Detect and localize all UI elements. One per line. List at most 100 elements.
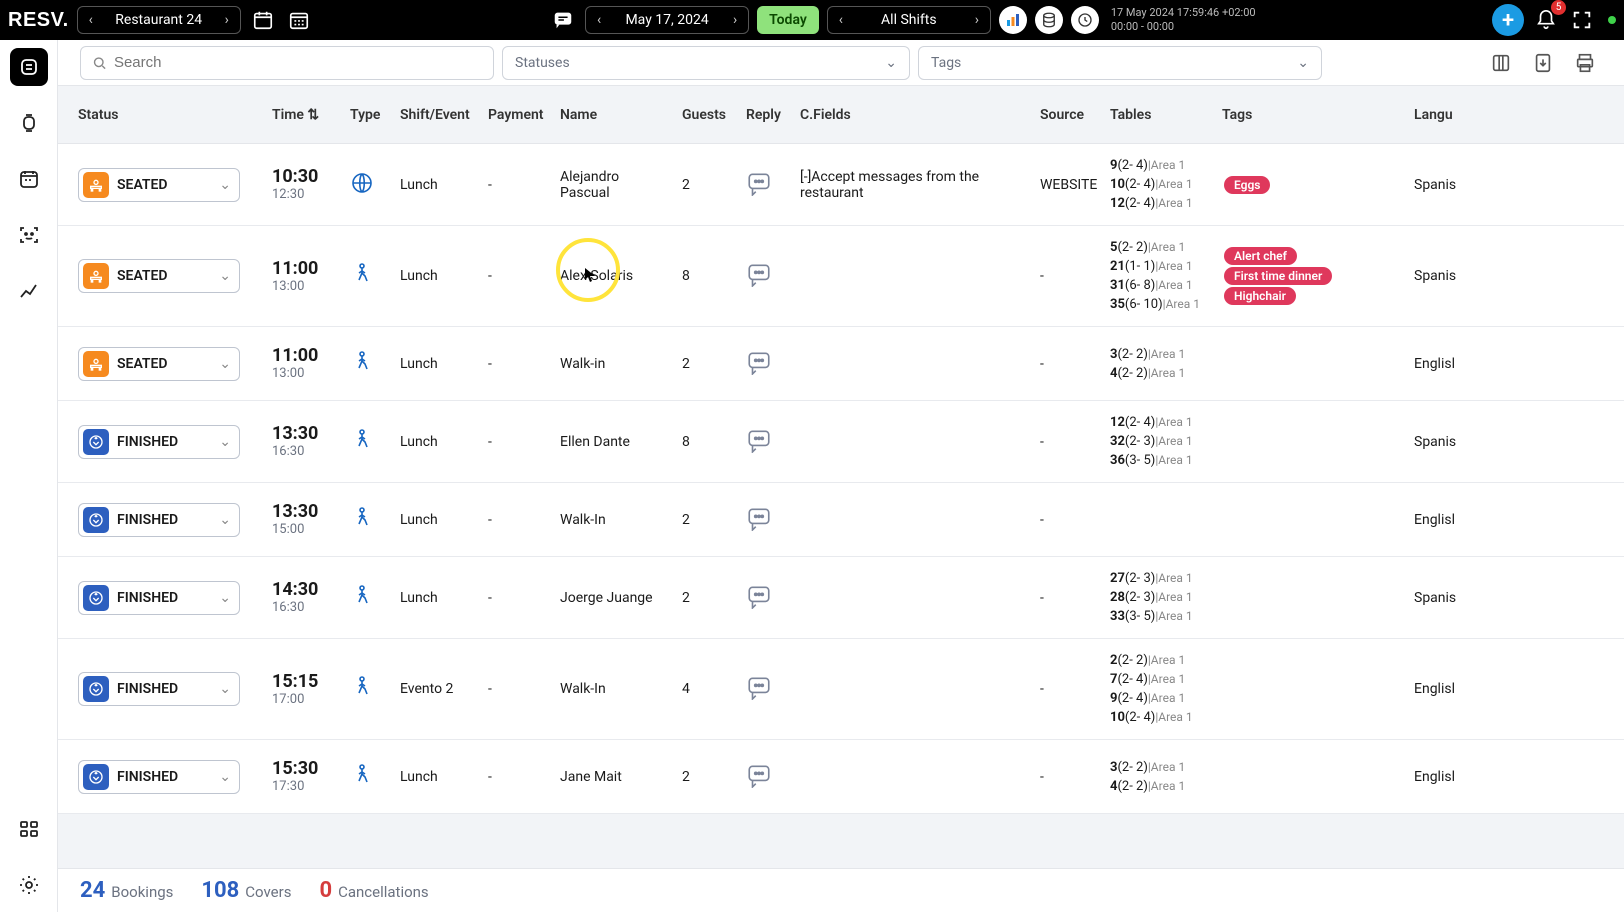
reply-icon[interactable] xyxy=(746,441,772,457)
col-reply[interactable]: Reply xyxy=(740,107,794,123)
col-payment[interactable]: Payment xyxy=(482,107,554,123)
date-picker[interactable]: ‹ May 17, 2024 › xyxy=(585,6,749,34)
table-row[interactable]: SEATED ⌄ 11:0013:00 Lunch - Alex Solaris… xyxy=(58,226,1624,327)
nav-watch-icon[interactable] xyxy=(10,104,48,142)
end-time: 17:30 xyxy=(272,779,338,794)
status-dropdown[interactable]: SEATED ⌄ xyxy=(78,259,240,293)
today-button[interactable]: Today xyxy=(757,6,819,34)
guest-name: Walk-in xyxy=(554,356,676,372)
status-icon xyxy=(83,585,109,611)
table-row[interactable]: FINISHED ⌄ 14:3016:30 Lunch - Joerge Jua… xyxy=(58,557,1624,639)
tags-dropdown[interactable]: Tags ⌄ xyxy=(918,46,1322,80)
next-shift-icon[interactable]: › xyxy=(964,7,990,33)
table-row[interactable]: FINISHED ⌄ 15:1517:00 Evento 2 - Walk-In… xyxy=(58,639,1624,740)
end-time: 13:00 xyxy=(272,279,338,294)
col-lang[interactable]: Langu xyxy=(1408,107,1468,123)
search-box[interactable] xyxy=(80,46,494,80)
source-value: - xyxy=(1034,681,1104,697)
status-label: FINISHED xyxy=(117,512,178,528)
new-booking-button[interactable]: + xyxy=(1492,4,1524,36)
col-name[interactable]: Name xyxy=(554,107,676,123)
reply-icon[interactable] xyxy=(746,275,772,291)
nav-face-icon[interactable] xyxy=(10,216,48,254)
reply-icon[interactable] xyxy=(746,363,772,379)
col-status[interactable]: Status xyxy=(72,107,266,123)
table-row[interactable]: SEATED ⌄ 10:3012:30 Lunch - Alejandro Pa… xyxy=(58,144,1624,226)
bookings-label: Bookings xyxy=(111,883,173,901)
status-icon xyxy=(83,507,109,533)
table-row[interactable]: FINISHED ⌄ 15:3017:30 Lunch - Jane Mait … xyxy=(58,740,1624,814)
week-calendar-icon[interactable] xyxy=(285,6,313,34)
export-icon[interactable] xyxy=(1526,46,1560,80)
globe-icon xyxy=(350,183,374,199)
nav-list-icon[interactable] xyxy=(10,48,48,86)
columns-icon[interactable] xyxy=(1484,46,1518,80)
col-shift[interactable]: Shift/Event xyxy=(394,107,482,123)
rows-container[interactable]: SEATED ⌄ 10:3012:30 Lunch - Alejandro Pa… xyxy=(58,144,1624,868)
nav-floorplan-icon[interactable] xyxy=(10,810,48,848)
storage-icon[interactable] xyxy=(1035,6,1063,34)
notifications-icon[interactable]: 5 xyxy=(1532,6,1560,34)
end-time: 17:00 xyxy=(272,692,338,707)
end-time: 13:00 xyxy=(272,366,338,381)
shift-picker[interactable]: ‹ All Shifts › xyxy=(827,6,991,34)
lang-value: Englisl xyxy=(1408,512,1468,528)
table-assignment: 28(2- 3)|Area 1 xyxy=(1110,588,1210,607)
calendar-icon[interactable] xyxy=(249,6,277,34)
cancellations-label: Cancellations xyxy=(338,883,429,901)
search-input[interactable] xyxy=(114,54,483,71)
reply-icon[interactable] xyxy=(746,597,772,613)
reply-icon[interactable] xyxy=(746,519,772,535)
nav-calendar-icon[interactable] xyxy=(10,160,48,198)
next-restaurant-icon[interactable]: › xyxy=(214,7,240,33)
table-row[interactable]: FINISHED ⌄ 13:3015:00 Lunch - Walk-In 2 … xyxy=(58,483,1624,557)
tag-pill: Highchair xyxy=(1224,287,1296,305)
status-dropdown[interactable]: FINISHED ⌄ xyxy=(78,425,240,459)
statuses-dropdown[interactable]: Statuses ⌄ xyxy=(502,46,910,80)
logo: RESV. xyxy=(8,9,69,32)
walk-icon xyxy=(350,518,374,534)
fullscreen-icon[interactable] xyxy=(1568,6,1596,34)
status-dropdown[interactable]: SEATED ⌄ xyxy=(78,347,240,381)
reply-icon[interactable] xyxy=(746,776,772,792)
col-guests[interactable]: Guests xyxy=(676,107,740,123)
table-row[interactable]: FINISHED ⌄ 13:3016:30 Lunch - Ellen Dant… xyxy=(58,401,1624,483)
reply-icon[interactable] xyxy=(746,184,772,200)
chevron-down-icon: ⌄ xyxy=(219,434,231,450)
walk-icon xyxy=(350,274,374,290)
col-tables[interactable]: Tables xyxy=(1104,107,1216,123)
col-cfields[interactable]: C.Fields xyxy=(794,107,1034,123)
shift-label: All Shifts xyxy=(854,7,964,33)
status-dropdown[interactable]: FINISHED ⌄ xyxy=(78,581,240,615)
next-date-icon[interactable]: › xyxy=(722,7,748,33)
restaurant-picker[interactable]: ‹ Restaurant 24 › xyxy=(77,6,241,34)
tables-list: 27(2- 3)|Area 128(2- 3)|Area 133(3- 5)|A… xyxy=(1104,569,1216,626)
table-assignment: 4(2- 2)|Area 1 xyxy=(1110,777,1210,796)
prev-date-icon[interactable]: ‹ xyxy=(586,7,612,33)
nav-settings-icon[interactable] xyxy=(10,866,48,904)
status-dropdown[interactable]: FINISHED ⌄ xyxy=(78,672,240,706)
cancellations-count: 0 xyxy=(319,878,332,903)
sort-icon: ⇅ xyxy=(307,107,319,123)
status-dropdown[interactable]: FINISHED ⌄ xyxy=(78,503,240,537)
clock-icon[interactable] xyxy=(1071,6,1099,34)
col-type[interactable]: Type xyxy=(344,107,394,123)
col-tags[interactable]: Tags xyxy=(1216,107,1408,123)
prev-shift-icon[interactable]: ‹ xyxy=(828,7,854,33)
print-icon[interactable] xyxy=(1568,46,1602,80)
filter-row: Statuses ⌄ Tags ⌄ xyxy=(58,40,1624,86)
walk-icon xyxy=(350,362,374,378)
lang-value: Englisl xyxy=(1408,356,1468,372)
reply-icon[interactable] xyxy=(746,688,772,704)
payment-value: - xyxy=(482,268,554,284)
status-dropdown[interactable]: SEATED ⌄ xyxy=(78,168,240,202)
nav-analytics-icon[interactable] xyxy=(10,272,48,310)
chat-icon[interactable] xyxy=(549,6,577,34)
stats-icon[interactable] xyxy=(999,6,1027,34)
col-time[interactable]: Time ⇅ xyxy=(266,107,344,123)
status-dropdown[interactable]: FINISHED ⌄ xyxy=(78,760,240,794)
prev-restaurant-icon[interactable]: ‹ xyxy=(78,7,104,33)
col-source[interactable]: Source xyxy=(1034,107,1104,123)
tags-label: Tags xyxy=(931,55,961,71)
table-row[interactable]: SEATED ⌄ 11:0013:00 Lunch - Walk-in 2 - … xyxy=(58,327,1624,401)
